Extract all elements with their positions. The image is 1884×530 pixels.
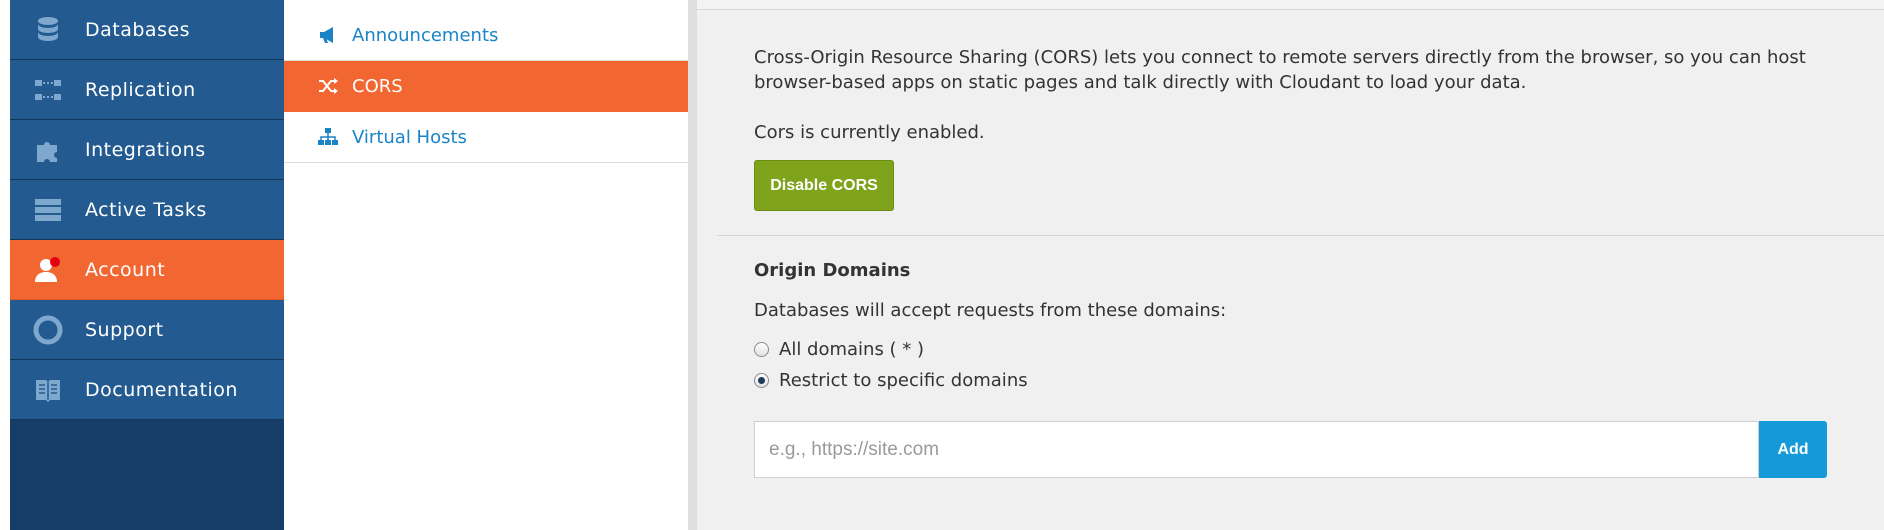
sidebar-item-support[interactable]: Support <box>10 300 284 360</box>
subnav-item-cors[interactable]: CORS <box>284 61 697 112</box>
cors-settings-panel: Cross-Origin Resource Sharing (CORS) let… <box>697 0 1884 530</box>
sidebar-item-label: Active Tasks <box>85 198 207 221</box>
domain-input[interactable] <box>754 421 1759 478</box>
restrict-domains-label: Restrict to specific domains <box>779 370 1028 391</box>
main-sidebar: Databases Replication Integrations Activ… <box>10 0 284 530</box>
sidebar-item-label: Account <box>85 258 166 281</box>
all-domains-radio[interactable] <box>754 342 769 357</box>
sidebar-item-label: Support <box>85 318 164 341</box>
sitemap-icon <box>313 128 343 146</box>
sidebar-item-account[interactable]: Account <box>10 240 284 300</box>
cors-status-text: Cors is currently enabled. <box>754 122 985 143</box>
puzzle-icon <box>10 120 85 180</box>
shuffle-icon <box>313 78 343 94</box>
restrict-domains-option[interactable]: Restrict to specific domains <box>754 370 1028 391</box>
subnav-item-label: CORS <box>352 75 403 97</box>
subnav-item-label: Announcements <box>352 24 499 46</box>
panel-divider <box>688 0 697 530</box>
database-icon <box>10 0 85 60</box>
book-icon <box>10 360 85 420</box>
subnav-item-announcements[interactable]: Announcements <box>284 10 697 61</box>
megaphone-icon <box>313 26 343 44</box>
top-border <box>697 0 1884 10</box>
add-domain-button[interactable]: Add <box>1759 421 1827 478</box>
tasks-icon <box>10 180 85 240</box>
all-domains-label: All domains ( * ) <box>779 339 925 360</box>
subnav-item-label: Virtual Hosts <box>352 126 467 148</box>
user-icon <box>10 240 85 300</box>
lifebuoy-icon <box>10 300 85 360</box>
replication-icon <box>10 60 85 120</box>
sidebar-item-active-tasks[interactable]: Active Tasks <box>10 180 284 240</box>
subnav-item-virtual-hosts[interactable]: Virtual Hosts <box>284 112 697 163</box>
restrict-domains-radio[interactable] <box>754 373 769 388</box>
sidebar-item-documentation[interactable]: Documentation <box>10 360 284 420</box>
section-divider <box>717 235 1884 236</box>
origin-domains-description: Databases will accept requests from thes… <box>754 300 1227 321</box>
sidebar-item-label: Replication <box>85 78 196 101</box>
sidebar-item-label: Integrations <box>85 138 206 161</box>
sidebar-item-replication[interactable]: Replication <box>10 60 284 120</box>
origin-domains-heading: Origin Domains <box>754 260 911 281</box>
sidebar-item-label: Databases <box>85 18 191 41</box>
account-subnav: Announcements CORS Virtual Hosts <box>284 0 697 530</box>
sidebar-item-integrations[interactable]: Integrations <box>10 120 284 180</box>
disable-cors-button[interactable]: Disable CORS <box>754 160 894 211</box>
all-domains-option[interactable]: All domains ( * ) <box>754 339 924 360</box>
cors-description: Cross-Origin Resource Sharing (CORS) let… <box>754 47 1806 93</box>
sidebar-item-databases[interactable]: Databases <box>10 0 284 60</box>
sidebar-item-label: Documentation <box>85 378 238 401</box>
